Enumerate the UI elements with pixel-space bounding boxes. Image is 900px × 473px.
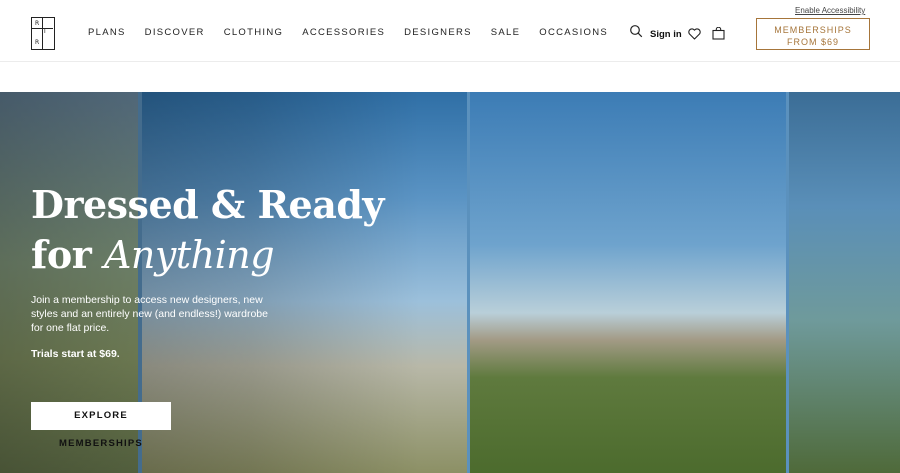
search-icon[interactable] [629,24,643,38]
hero-photo [789,92,900,473]
enable-accessibility-link[interactable]: Enable Accessibility [795,6,865,15]
sign-in-link[interactable]: Sign in [650,29,682,40]
shopping-bag-icon[interactable] [712,27,725,40]
main-nav: PLANS DISCOVER CLOTHING ACCESSORIES DESI… [88,24,643,38]
memberships-button-label: MEMBERSHIPS [774,25,852,35]
logo-letter: T [43,28,47,35]
hero-title-prefix: for [31,232,104,277]
logo-letter: R [35,20,40,27]
site-header: R T R PLANS DISCOVER CLOTHING ACCESSORIE… [0,0,900,62]
nav-accessories[interactable]: ACCESSORIES [302,27,385,38]
hero-trial-text: Trials start at $69. [31,348,120,360]
hero-title-line1: Dressed & Ready [31,182,384,227]
memberships-button[interactable]: MEMBERSHIPS FROM $69 [756,18,870,50]
hero-title-line2: for Anything [31,230,384,280]
nav-sale[interactable]: SALE [491,27,521,38]
explore-memberships-button[interactable]: EXPLORE MEMBERSHIPS [31,402,171,449]
nav-discover[interactable]: DISCOVER [145,27,205,38]
nav-clothing[interactable]: CLOTHING [224,27,284,38]
hero-title-emphasis: Anything [103,233,275,277]
nav-designers[interactable]: DESIGNERS [404,27,472,38]
memberships-button-price: FROM $69 [786,37,839,48]
nav-occasions[interactable]: OCCASIONS [539,27,608,38]
logo-letter: R [35,39,40,46]
hero-title: Dressed & Ready for Anything [31,180,384,280]
nav-plans[interactable]: PLANS [88,27,126,38]
logo[interactable]: R T R [31,17,55,50]
heart-icon[interactable] [688,28,701,40]
hero-banner: Dressed & Ready for Anything Join a memb… [0,92,900,473]
hero-photo [470,92,786,473]
hero-description: Join a membership to access new designer… [31,294,268,334]
